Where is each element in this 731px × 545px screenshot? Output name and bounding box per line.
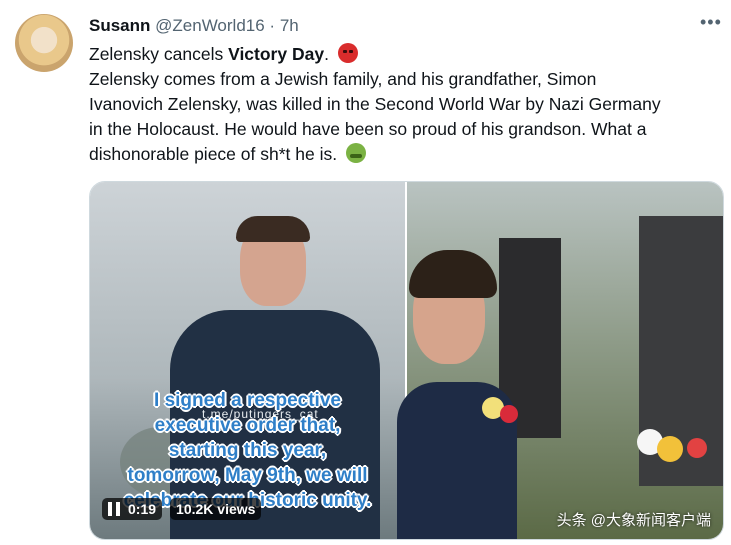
separator: ·	[269, 16, 276, 35]
speaker-hair	[236, 216, 310, 242]
video-views-pill: 10.2K views	[170, 498, 262, 520]
tweet-line-1: Zelensky cancels Victory Day.	[89, 42, 719, 67]
line1-bold: Victory Day	[228, 44, 325, 64]
more-icon[interactable]: •••	[700, 12, 722, 33]
media-grid: t.me/putingers_cat I signed a respective…	[89, 181, 724, 540]
pause-icon[interactable]	[108, 502, 120, 516]
video-player[interactable]: t.me/putingers_cat I signed a respective…	[90, 182, 405, 539]
subtitle-line-2: executive order that,	[154, 415, 341, 436]
video-controls-pill: 0:19	[102, 498, 163, 520]
flower-red-2	[687, 438, 707, 458]
line1-prefix: Zelensky cancels	[89, 44, 229, 64]
flower-red	[500, 405, 518, 423]
subtitle-line-1: I signed a respective	[154, 390, 341, 411]
video-views: 10.2K views	[176, 501, 256, 517]
subtitle-line-4: tomorrow, May 9th, we will	[127, 465, 368, 486]
tweet-text: Zelensky cancels Victory Day. Zelensky c…	[89, 42, 719, 167]
tweet-line-3: Ivanovich Zelensky, was killed in the Se…	[89, 94, 661, 114]
video-controls: 0:19 10.2K views	[102, 496, 262, 522]
flower-orange	[657, 436, 683, 462]
sick-face-icon	[345, 143, 366, 163]
tweet-line-4: in the Holocaust. He would have been so …	[89, 119, 647, 139]
author-name[interactable]: Susann	[89, 16, 150, 35]
tweet-time[interactable]: 7h	[280, 16, 299, 35]
line5-text: dishonorable piece of sh*t he is.	[89, 144, 338, 164]
line1-suffix: .	[324, 44, 329, 64]
tweet-header: Susann @ZenWorld16 · 7h	[89, 14, 299, 38]
tweet-line-5: dishonorable piece of sh*t he is.	[89, 142, 719, 167]
angry-face-icon	[337, 43, 358, 63]
photo-caption: 头条 @大象新闻客户端	[556, 512, 711, 529]
avatar[interactable]	[15, 14, 73, 72]
man-hair	[409, 250, 497, 298]
author-handle[interactable]: @ZenWorld16	[155, 16, 265, 35]
tweet-line-2: Zelensky comes from a Jewish family, and…	[89, 69, 597, 89]
subtitle-line-3: starting this year,	[168, 440, 327, 461]
photo[interactable]: 头条 @大象新闻客户端	[397, 182, 723, 539]
video-time: 0:19	[128, 501, 157, 517]
